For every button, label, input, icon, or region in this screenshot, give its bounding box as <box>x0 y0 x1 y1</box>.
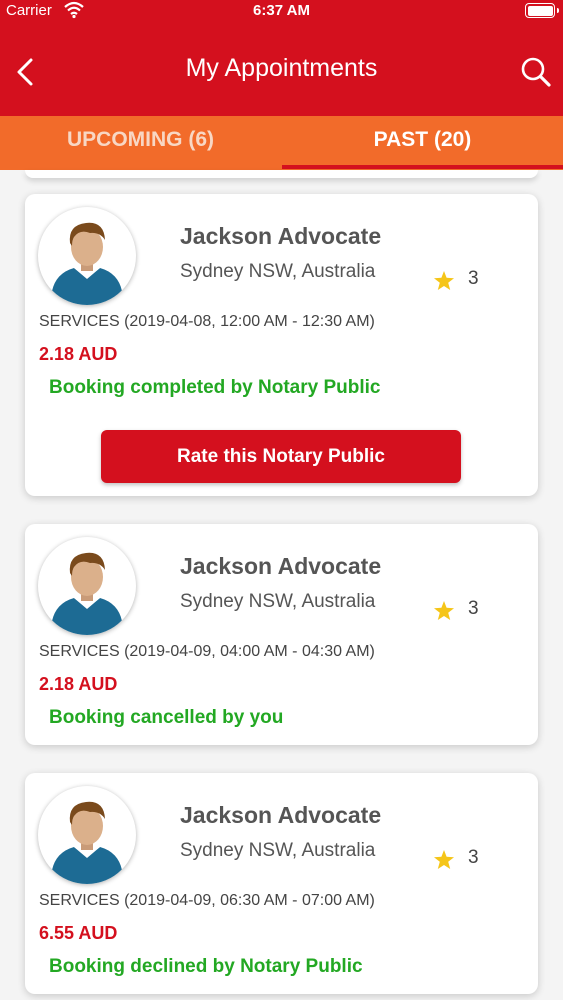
tab-past-label: PAST (20) <box>373 128 472 151</box>
clock: 6:37 AM <box>253 2 310 19</box>
notary-location: Sydney NSW, Australia <box>180 261 376 282</box>
booking-status: Booking completed by Notary Public <box>49 377 381 398</box>
star-icon <box>434 601 454 620</box>
booking-status: Booking cancelled by you <box>49 707 284 728</box>
tab-upcoming[interactable]: UPCOMING (6) <box>0 116 281 170</box>
rating-value: 3 <box>468 598 479 619</box>
rate-notary-button[interactable]: Rate this Notary Public <box>101 430 461 483</box>
price: 2.18 AUD <box>39 344 118 364</box>
active-tab-indicator <box>282 165 563 169</box>
avatar <box>38 537 136 635</box>
avatar <box>38 786 136 884</box>
service-datetime: SERVICES (2019-04-08, 12:00 AM - 12:30 A… <box>39 313 375 330</box>
rating-value: 3 <box>468 268 479 289</box>
status-bar: Carrier 6:37 AM <box>0 0 563 24</box>
avatar <box>38 207 136 305</box>
notary-name: Jackson Advocate <box>180 802 382 828</box>
service-datetime: SERVICES (2019-04-09, 04:00 AM - 04:30 A… <box>39 643 375 660</box>
search-icon[interactable] <box>519 55 553 89</box>
page-title: My Appointments <box>185 54 378 82</box>
appointment-card[interactable]: Jackson Advocate Sydney NSW, Australia 3… <box>25 524 538 745</box>
notary-location: Sydney NSW, Australia <box>180 840 376 861</box>
tab-bar: UPCOMING (6) PAST (20) <box>0 116 563 170</box>
nav-bar: My Appointments <box>0 24 563 116</box>
price: 6.55 AUD <box>39 923 118 943</box>
tab-past[interactable]: PAST (20) <box>282 116 563 170</box>
booking-status: Booking declined by Notary Public <box>49 956 363 977</box>
rating-value: 3 <box>468 847 479 868</box>
notary-name: Jackson Advocate <box>180 223 382 249</box>
price: 2.18 AUD <box>39 674 118 694</box>
appointment-card[interactable]: Jackson Advocate Sydney NSW, Australia 3… <box>25 194 538 496</box>
appointment-list[interactable]: Jackson Advocate Sydney NSW, Australia 3… <box>0 170 563 1000</box>
appointment-card[interactable]: Jackson Advocate Sydney NSW, Australia 3… <box>25 773 538 994</box>
notary-location: Sydney NSW, Australia <box>180 591 376 612</box>
notary-name: Jackson Advocate <box>180 553 382 579</box>
tab-upcoming-label: UPCOMING (6) <box>67 128 214 151</box>
star-icon <box>434 271 454 290</box>
service-datetime: SERVICES (2019-04-09, 06:30 AM - 07:00 A… <box>39 892 375 909</box>
battery-icon <box>525 3 559 18</box>
star-icon <box>434 850 454 869</box>
